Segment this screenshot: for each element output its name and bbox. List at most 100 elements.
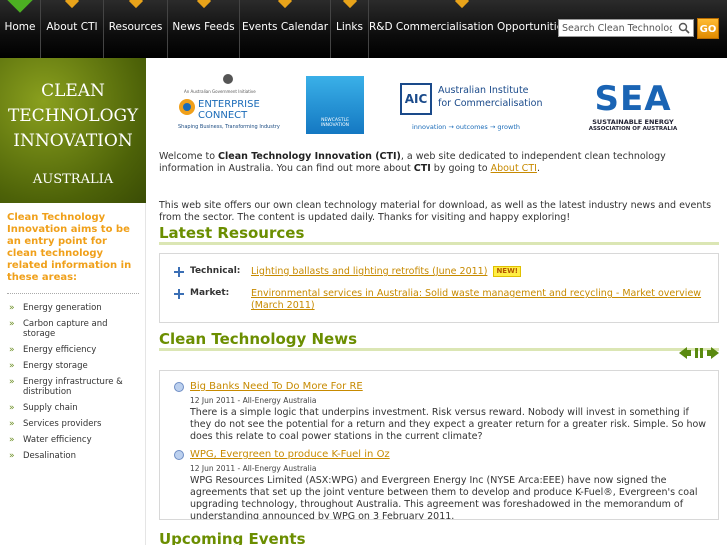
aic-logo[interactable]: AIC Australian Institute for Commerciali…: [400, 83, 550, 135]
aic-name-line-1: Australian Institute: [438, 85, 529, 96]
enterprise-tagline: Shaping Business, Transforming Industry: [178, 124, 280, 130]
nav-news-feeds[interactable]: News Feeds: [168, 0, 240, 58]
newcastle-innovation-logo[interactable]: NEWCASTLE INNOVATION: [306, 76, 364, 134]
connect-text: CONNECT: [198, 110, 248, 121]
site-description-paragraph: This web site offers our own clean techn…: [159, 200, 712, 223]
news-carousel-controls: [679, 347, 719, 359]
latest-resources-list: Technical: Lighting ballasts and lightin…: [159, 253, 719, 323]
sidebar-item[interactable]: » Supply chain: [7, 403, 141, 413]
sidebar-item-label: Supply chain: [23, 403, 78, 413]
intro-text: Welcome to: [159, 151, 219, 162]
sidebar-item-label: Water efficiency: [23, 435, 92, 445]
nav-marker-icon: [342, 0, 357, 9]
pause-icon[interactable]: [695, 348, 703, 358]
about-cti-link[interactable]: About CTI: [491, 163, 537, 174]
previous-arrow-icon[interactable]: [679, 347, 691, 359]
nav-home[interactable]: Home: [0, 0, 41, 58]
sidebar-item-label: Energy efficiency: [23, 345, 97, 355]
bullet-icon: [174, 450, 184, 460]
news-body: There is a simple logic that underpins i…: [190, 407, 707, 442]
nav-rd-commercialisation[interactable]: R&D Commercialisation Opportunities: [369, 0, 569, 58]
aic-name-line-2: for Commercialisation: [438, 98, 543, 109]
sidebar-item[interactable]: » Energy efficiency: [7, 345, 141, 355]
news-list: Big Banks Need To Do More For RE 12 Jun …: [159, 370, 719, 520]
sidebar-item[interactable]: » Desalination: [7, 451, 141, 461]
news-heading: Clean Technology News: [159, 330, 358, 348]
nav-links-label: Links: [336, 21, 363, 33]
sidebar-divider: [7, 293, 139, 294]
latest-resources-heading: Latest Resources: [159, 224, 305, 242]
sidebar-item-label: Energy storage: [23, 361, 88, 371]
top-navigation-bar: Home About CTI Resources News Feeds Even…: [0, 0, 727, 58]
intro-site-name: Clean Technology Innovation (CTI): [218, 151, 401, 162]
news-meta: 12 Jun 2011 - All-Energy Australia: [190, 396, 317, 405]
resource-link[interactable]: Environmental services in Australia: Sol…: [251, 288, 701, 311]
nav-news-feeds-label: News Feeds: [172, 21, 235, 33]
banner-line-3: INNOVATION: [13, 131, 133, 151]
partner-logos: An Australian Government Initiative ENTE…: [146, 58, 727, 148]
plus-icon[interactable]: [174, 267, 184, 277]
search-icon[interactable]: [678, 22, 690, 34]
news-meta: 12 Jun 2011 - All-Energy Australia: [190, 464, 317, 473]
intro-cti: CTI: [413, 163, 431, 174]
news-title-link[interactable]: WPG, Evergreen to produce K-Fuel in Oz: [190, 449, 390, 460]
events-heading: Upcoming Events: [159, 530, 306, 545]
sea-abbreviation: SEA: [594, 79, 672, 119]
sidebar-item[interactable]: » Carbon capture and storage: [7, 319, 141, 339]
nav-events-label: Events Calendar: [241, 21, 329, 33]
section-divider: [159, 348, 719, 351]
sea-name-line-2: ASSOCIATION OF AUSTRALIA: [588, 126, 678, 132]
sea-name-line-1: SUSTAINABLE ENERGY: [592, 118, 674, 126]
double-chevron-icon: »: [9, 319, 15, 329]
resource-link[interactable]: Lighting ballasts and lighting retrofits…: [251, 266, 487, 277]
double-chevron-icon: »: [9, 403, 15, 413]
banner-line-4: AUSTRALIA: [32, 172, 114, 187]
nav-marker-icon: [64, 0, 80, 9]
go-button[interactable]: GO: [697, 18, 719, 39]
sidebar-item-label: Energy infrastructure & distribution: [23, 377, 123, 397]
enterprise-connect-logo[interactable]: An Australian Government Initiative ENTE…: [176, 70, 280, 136]
sidebar-item[interactable]: » Energy storage: [7, 361, 141, 371]
news-body: WPG Resources Limited (ASX:WPG) and Ever…: [190, 475, 698, 520]
nav-events-calendar[interactable]: Events Calendar: [240, 0, 331, 58]
double-chevron-icon: »: [9, 361, 15, 371]
sidebar-tagline: Clean Technology Innovation aims to be a…: [7, 212, 132, 283]
nav-rd-label: R&D Commercialisation Opportunities: [369, 21, 569, 33]
banner-line-2: TECHNOLOGY: [7, 106, 139, 126]
nav-links[interactable]: Links: [331, 0, 369, 58]
sea-logo[interactable]: SEA SUSTAINABLE ENERGY ASSOCIATION OF AU…: [574, 79, 694, 136]
enterprise-text: ENTERPRISE: [198, 99, 260, 110]
nav-about-label: About CTI: [46, 21, 98, 33]
sidebar-item[interactable]: » Energy infrastructure & distribution: [7, 377, 141, 397]
resource-type: Technical:: [190, 266, 241, 276]
sidebar-topic-list: » Energy generation » Carbon capture and s…: [7, 303, 141, 467]
sidebar-item[interactable]: » Energy generation: [7, 303, 141, 313]
main-content: An Australian Government Initiative ENTE…: [146, 58, 727, 545]
sidebar-item[interactable]: » Water efficiency: [7, 435, 141, 445]
double-chevron-icon: »: [9, 451, 15, 461]
sidebar-item[interactable]: » Services providers: [7, 419, 141, 429]
plus-icon[interactable]: [174, 289, 184, 299]
double-chevron-icon: »: [9, 419, 15, 429]
site-banner-logo[interactable]: CLEAN TECHNOLOGY INNOVATION AUSTRALIA: [0, 58, 146, 203]
intro-text: by going to: [430, 163, 491, 174]
nav-about[interactable]: About CTI: [41, 0, 104, 58]
nav-marker-icon: [196, 0, 211, 9]
home-diamond-icon: [7, 0, 33, 13]
sidebar-item-label: Carbon capture and storage: [23, 319, 108, 339]
double-chevron-icon: »: [9, 435, 15, 445]
news-title-link[interactable]: Big Banks Need To Do More For RE: [190, 381, 363, 392]
new-badge: NEW!: [493, 266, 521, 277]
nav-marker-icon: [454, 0, 470, 9]
search-input[interactable]: [559, 20, 675, 36]
intro-text: .: [536, 163, 540, 174]
resource-type: Market:: [190, 288, 230, 298]
double-chevron-icon: »: [9, 303, 15, 313]
nav-home-label: Home: [4, 21, 36, 33]
aic-tagline: innovation → outcomes → growth: [412, 123, 520, 131]
sidebar-item-label: Desalination: [23, 451, 77, 461]
nav-resources-label: Resources: [108, 21, 163, 33]
gov-initiative-text: An Australian Government Initiative: [184, 89, 256, 94]
next-arrow-icon[interactable]: [707, 347, 719, 359]
nav-resources[interactable]: Resources: [104, 0, 168, 58]
